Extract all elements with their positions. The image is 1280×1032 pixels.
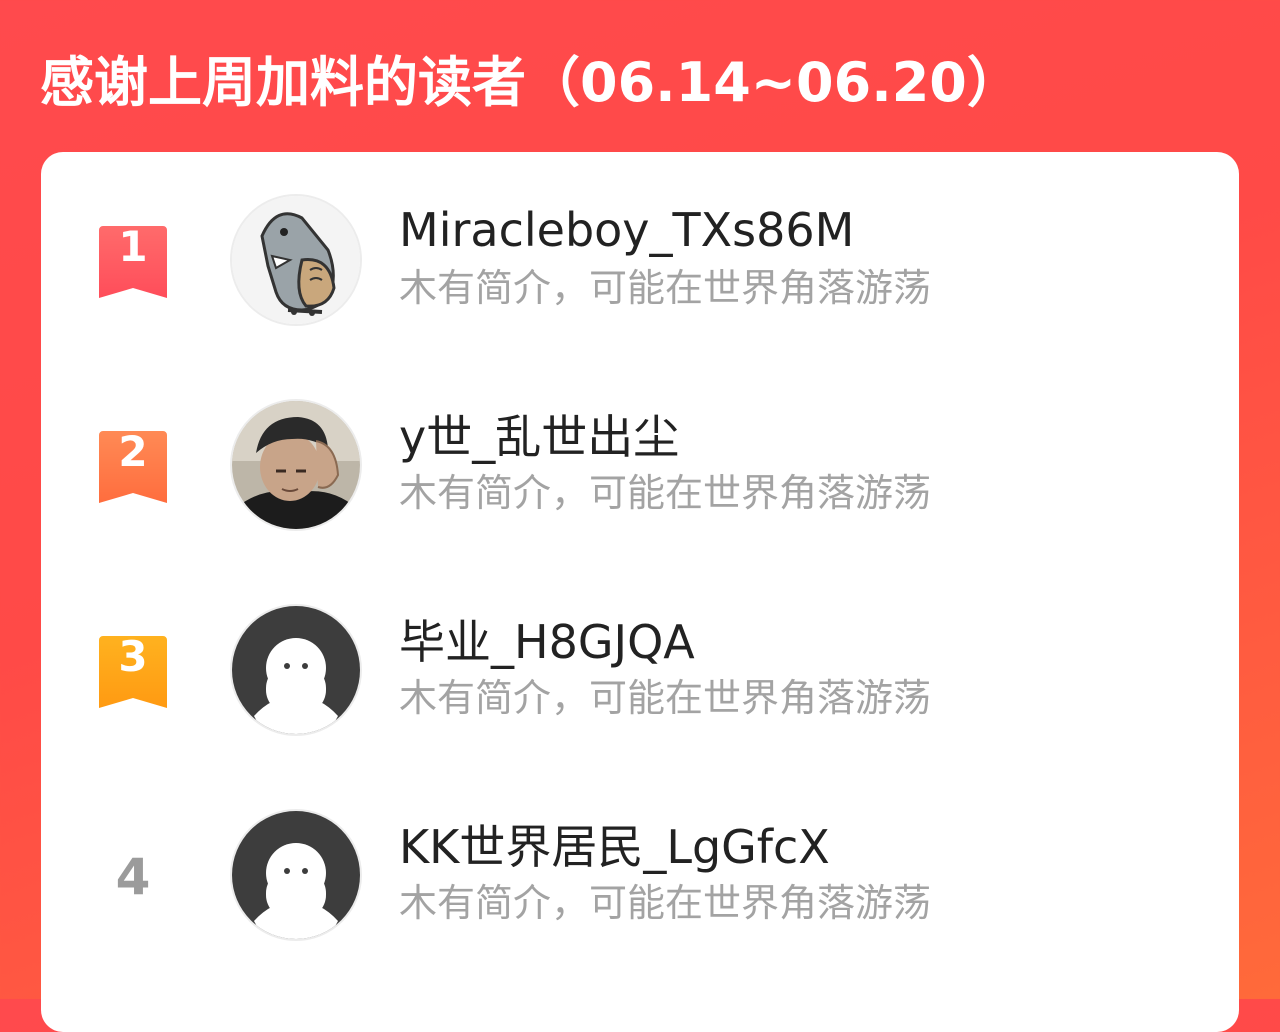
reader-list-panel: 1 Miracleboy_TXs86M 木有简介，可能在世界角落游荡 2 y世_… — [41, 152, 1239, 1032]
reader-bio: 木有简介，可能在世界角落游荡 — [399, 471, 932, 515]
reader-name[interactable]: KK世界居民_LgGfcX — [399, 819, 830, 875]
rank-number: 1 — [118, 222, 148, 271]
rank-badge-1: 1 — [99, 222, 167, 298]
shark-bird-avatar-icon — [232, 196, 360, 324]
rank-badge-2: 2 — [99, 427, 167, 503]
rank-number: 3 — [118, 632, 148, 681]
rank-number: 2 — [118, 427, 148, 476]
reader-name[interactable]: Miracleboy_TXs86M — [399, 202, 854, 258]
default-avatar-icon — [232, 606, 360, 734]
avatar[interactable] — [230, 809, 362, 941]
avatar[interactable] — [230, 604, 362, 736]
photo-avatar-icon — [232, 401, 360, 529]
avatar[interactable] — [230, 399, 362, 531]
reader-bio: 木有简介，可能在世界角落游荡 — [399, 676, 932, 720]
avatar[interactable] — [230, 194, 362, 326]
reader-name[interactable]: 毕业_H8GJQA — [399, 614, 695, 670]
reader-row[interactable]: 1 Miracleboy_TXs86M 木有简介，可能在世界角落游荡 — [41, 192, 1239, 342]
reader-bio: 木有简介，可能在世界角落游荡 — [399, 266, 932, 310]
page: { "header": { "title": "感谢上周加料的读者（06.14~… — [0, 0, 1280, 1032]
reader-row[interactable]: 3 毕业_H8GJQA 木有简介，可能在世界角落游荡 — [41, 602, 1239, 752]
default-avatar-icon — [232, 811, 360, 939]
rank-badge-3: 3 — [99, 632, 167, 708]
reader-row[interactable]: 4 KK世界居民_LgGfcX 木有简介，可能在世界角落游荡 — [41, 807, 1239, 957]
reader-name[interactable]: y世_乱世出尘 — [399, 409, 679, 465]
page-title: 感谢上周加料的读者（06.14~06.20） — [40, 51, 1021, 114]
rank-number: 4 — [115, 848, 151, 906]
reader-bio: 木有简介，可能在世界角落游荡 — [399, 881, 932, 925]
reader-row[interactable]: 2 y世_乱世出尘 木有简介，可能在世界角落游荡 — [41, 397, 1239, 547]
